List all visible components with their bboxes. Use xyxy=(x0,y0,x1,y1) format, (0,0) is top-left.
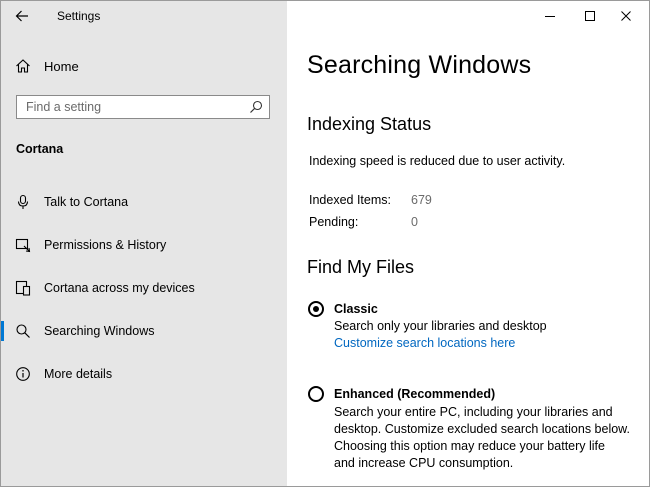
indexing-status-text: Indexing speed is reduced due to user ac… xyxy=(309,154,566,168)
indexing-status-heading: Indexing Status xyxy=(307,114,432,134)
classic-description: Search only your libraries and desktop xyxy=(334,319,547,333)
info-icon xyxy=(16,367,30,381)
devices-icon xyxy=(15,280,31,296)
search-icon xyxy=(16,324,30,338)
maximize-icon xyxy=(585,11,595,21)
sidebar-item-searching-windows[interactable]: Searching Windows xyxy=(1,317,287,345)
sidebar-item-label: Talk to Cortana xyxy=(44,195,129,209)
pending-value: 0 xyxy=(411,215,418,229)
search-box xyxy=(16,95,270,119)
back-button[interactable] xyxy=(11,6,33,26)
app-title: Settings xyxy=(57,9,101,23)
home-icon xyxy=(16,59,30,73)
microphone-icon xyxy=(17,194,29,209)
back-arrow-icon xyxy=(15,10,28,22)
enhanced-description-line: Choosing this option may reduce your bat… xyxy=(334,439,605,453)
sidebar-item-label: Permissions & History xyxy=(44,238,167,252)
sidebar-item-home[interactable]: Home xyxy=(1,53,287,79)
sidebar-item-talk-to-cortana[interactable]: Talk to Cortana xyxy=(1,188,287,216)
close-button[interactable] xyxy=(603,1,649,31)
minimize-icon xyxy=(545,16,555,17)
page-title: Searching Windows xyxy=(307,51,532,79)
sidebar-item-label: Home xyxy=(44,59,79,74)
close-icon xyxy=(621,11,631,21)
settings-window: Settings Home Cortana Talk to Cortana xyxy=(0,0,650,487)
indexed-items-value: 679 xyxy=(411,193,432,207)
enhanced-radio-label[interactable]: Enhanced (Recommended) xyxy=(334,387,495,401)
customize-search-locations-link[interactable]: Customize search locations here xyxy=(334,336,515,350)
sidebar-item-label: Cortana across my devices xyxy=(44,281,195,295)
sidebar-item-cortana-across-devices[interactable]: Cortana across my devices xyxy=(1,274,287,302)
search-icon[interactable] xyxy=(249,100,263,114)
sidebar-item-label: More details xyxy=(44,367,113,381)
search-input[interactable] xyxy=(17,96,252,118)
permissions-icon xyxy=(15,238,31,253)
indexed-items-label: Indexed Items: xyxy=(309,193,391,207)
enhanced-radio[interactable] xyxy=(308,386,324,402)
classic-radio-label[interactable]: Classic xyxy=(334,302,378,316)
section-label: Cortana xyxy=(16,142,64,156)
sidebar-item-permissions-history[interactable]: Permissions & History xyxy=(1,231,287,259)
classic-radio[interactable] xyxy=(308,301,324,317)
sidebar: Settings Home Cortana Talk to Cortana xyxy=(1,1,287,486)
enhanced-description-line: Search your entire PC, including your li… xyxy=(334,405,613,419)
pending-label: Pending: xyxy=(309,215,359,229)
main-content: Searching Windows Indexing Status Indexi… xyxy=(287,1,649,486)
enhanced-description-line: desktop. Customize excluded search locat… xyxy=(334,422,630,436)
find-my-files-heading: Find My Files xyxy=(307,257,415,277)
enhanced-description: Search your entire PC, including your li… xyxy=(334,404,639,472)
sidebar-item-label: Searching Windows xyxy=(44,324,155,338)
enhanced-description-line: and increase CPU consumption. xyxy=(334,456,514,470)
sidebar-item-more-details[interactable]: More details xyxy=(1,360,287,388)
